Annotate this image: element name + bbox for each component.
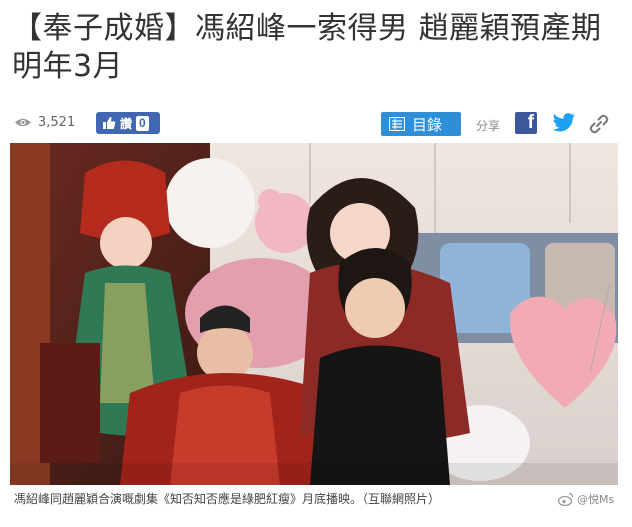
- view-count-value: 3,521: [38, 115, 76, 130]
- thumbs-up-icon: [103, 117, 116, 129]
- view-count: 3,521: [14, 115, 75, 130]
- article-meta-bar: 3,521 讚 0 目錄 分享 f: [14, 112, 620, 138]
- list-icon: [389, 117, 405, 131]
- like-label: 讚: [120, 116, 133, 131]
- facebook-like-button[interactable]: 讚 0: [96, 112, 160, 134]
- share-label: 分享: [476, 119, 501, 133]
- link-icon[interactable]: [588, 113, 610, 135]
- toc-button[interactable]: 目錄: [381, 112, 461, 136]
- like-count: 0: [136, 115, 149, 131]
- photo-illustration: [10, 143, 618, 485]
- watermark-text: @悦Ms: [577, 493, 615, 506]
- article-photo: [10, 143, 618, 485]
- photo-caption: 馮紹峰同趙麗穎合演嘅劇集《知否知否應是綠肥紅瘦》月底播映。（互聯網照片）: [14, 492, 441, 506]
- weibo-watermark: @悦Ms: [558, 491, 614, 507]
- eye-icon: [15, 118, 31, 127]
- article-headline: 【奉子成婚】馮紹峰一索得男 趙麗穎預產期明年3月: [12, 11, 602, 84]
- twitter-icon[interactable]: [552, 113, 576, 133]
- facebook-icon[interactable]: f: [515, 112, 537, 134]
- weibo-icon: [558, 492, 574, 506]
- toc-label: 目錄: [412, 115, 443, 134]
